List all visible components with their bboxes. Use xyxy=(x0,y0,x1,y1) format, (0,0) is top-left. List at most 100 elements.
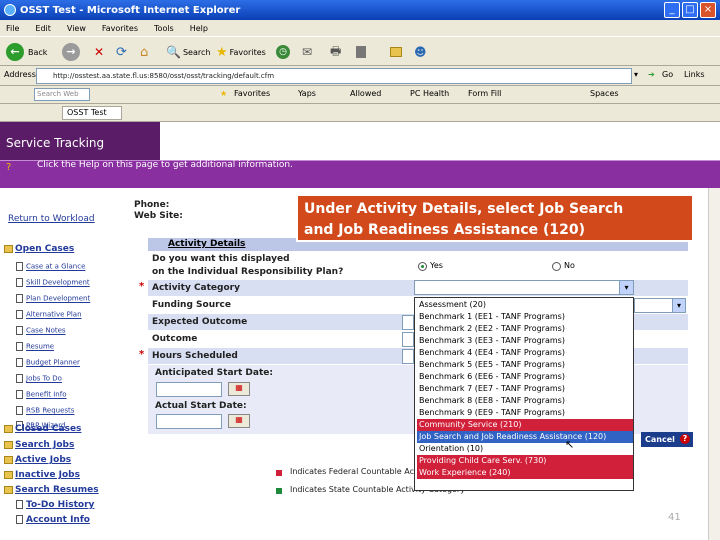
folder-button[interactable] xyxy=(390,43,402,61)
phone-label: Phone: xyxy=(134,200,170,210)
favorites-button[interactable]: ★ Favorites xyxy=(216,43,266,61)
links-toolbar: Search Web ★ Favorites Yaps Allowed PC H… xyxy=(0,86,720,104)
favorites-label: Favorites xyxy=(229,47,266,57)
links-spaces[interactable]: Spaces xyxy=(590,89,619,98)
account-info-link[interactable]: Account Info xyxy=(16,515,90,525)
document-icon xyxy=(16,310,23,319)
document-icon xyxy=(16,294,23,303)
calendar-icon[interactable]: ▦ xyxy=(228,414,250,428)
sidebar-item-case-at-a-glance[interactable]: Case at a Glance xyxy=(16,262,85,271)
active-jobs-link[interactable]: Active Jobs xyxy=(4,455,71,465)
return-to-workload-link[interactable]: Return to Workload xyxy=(8,214,95,224)
menu-file[interactable]: File xyxy=(6,24,19,33)
no-radio[interactable] xyxy=(552,262,561,271)
home-button[interactable]: ⌂ xyxy=(140,43,148,61)
open-cases-link[interactable]: Open Cases xyxy=(4,244,74,254)
menu-view[interactable]: View xyxy=(67,24,86,33)
mail-button[interactable]: ✉ xyxy=(302,43,312,61)
outcome-select[interactable] xyxy=(402,332,414,347)
expected-outcome-select[interactable] xyxy=(402,315,414,330)
dropdown-option[interactable]: Benchmark 7 (EE7 - TANF Programs) xyxy=(417,383,633,395)
address-input[interactable]: http://osstest.aa.state.fl.us:8580/osst/… xyxy=(36,68,632,84)
document-icon xyxy=(16,390,23,399)
messenger-button[interactable]: ☻ xyxy=(414,43,427,61)
closed-cases-link[interactable]: Closed Cases xyxy=(4,424,81,434)
dropdown-option[interactable]: Benchmark 1 (EE1 - TANF Programs) xyxy=(417,311,633,323)
back-button[interactable]: ← Back xyxy=(6,43,47,61)
back-label: Back xyxy=(28,47,48,57)
toolbar-search-input[interactable]: Search Web xyxy=(34,88,90,101)
print-button[interactable]: 🖶 xyxy=(330,43,341,61)
search-resumes-link[interactable]: Search Resumes xyxy=(4,485,99,495)
calendar-icon[interactable]: ▦ xyxy=(228,382,250,396)
actual-start-label: Actual Start Date: xyxy=(155,401,247,411)
dropdown-option-federal[interactable]: Providing Child Care Serv. (730) xyxy=(417,455,633,467)
dropdown-option[interactable]: Orientation (10) xyxy=(417,443,633,455)
links-favorites[interactable]: Favorites xyxy=(234,89,270,98)
sidebar-item-rsb-requests[interactable]: RSB Requests xyxy=(16,406,74,415)
forward-button[interactable]: → xyxy=(62,43,80,61)
activity-category-select[interactable]: ▾ xyxy=(414,280,634,295)
sidebar-item-plan-development[interactable]: Plan Development xyxy=(16,294,90,303)
actual-start-input[interactable] xyxy=(156,414,222,429)
yes-radio[interactable] xyxy=(418,262,427,271)
activity-category-listbox[interactable]: Assessment (20) Benchmark 1 (EE1 - TANF … xyxy=(414,297,634,491)
links-form-fill[interactable]: Form Fill xyxy=(468,89,501,98)
tab-osst-test[interactable]: OSST Test xyxy=(62,106,122,120)
sidebar-item-budget-planner[interactable]: Budget Planner xyxy=(16,358,80,367)
refresh-button[interactable]: ⟳ xyxy=(116,43,127,61)
to-do-history-link[interactable]: To-Do History xyxy=(16,500,94,510)
sidebar-item-skill-development[interactable]: Skill Development xyxy=(16,278,90,287)
dropdown-option[interactable]: Benchmark 4 (EE4 - TANF Programs) xyxy=(417,347,633,359)
dropdown-option-selected[interactable]: Job Search and Job Readiness Assistance … xyxy=(417,431,633,443)
sidebar-item-case-notes[interactable]: Case Notes xyxy=(16,326,66,335)
vertical-scrollbar[interactable] xyxy=(708,188,720,540)
help-icon[interactable]: ? xyxy=(6,162,11,173)
menu-help[interactable]: Help xyxy=(190,24,208,33)
stop-icon: ✕ xyxy=(94,45,105,59)
folder-icon xyxy=(390,47,402,57)
edit-button[interactable] xyxy=(356,43,366,61)
sidebar-item-benefit-info[interactable]: Benefit Info xyxy=(16,390,66,399)
cancel-button[interactable]: Cancel ? xyxy=(641,432,693,447)
dropdown-option[interactable]: Benchmark 2 (EE2 - TANF Programs) xyxy=(417,323,633,335)
menu-edit[interactable]: Edit xyxy=(35,24,51,33)
sidebar-item-resume[interactable]: Resume xyxy=(16,342,54,351)
chevron-down-icon[interactable]: ▾ xyxy=(672,299,685,312)
links-allowed[interactable]: Allowed xyxy=(350,89,381,98)
links-label[interactable]: Links xyxy=(684,70,705,79)
hours-scheduled-input[interactable] xyxy=(402,349,414,364)
minimize-button[interactable]: _ xyxy=(664,2,680,18)
dropdown-option[interactable]: Benchmark 8 (EE8 - TANF Programs) xyxy=(417,395,633,407)
document-icon xyxy=(16,278,23,287)
funding-source-select[interactable]: ▾ xyxy=(634,298,686,313)
required-marker: * xyxy=(139,281,145,292)
stop-button[interactable]: ✕ xyxy=(94,43,104,61)
links-pc-health[interactable]: PC Health xyxy=(410,89,449,98)
inactive-jobs-link[interactable]: Inactive Jobs xyxy=(4,470,80,480)
links-yaps[interactable]: Yaps xyxy=(298,89,316,98)
chevron-down-icon[interactable]: ▾ xyxy=(619,281,633,294)
dropdown-option[interactable]: Benchmark 5 (EE5 - TANF Programs) xyxy=(417,359,633,371)
dropdown-option-federal[interactable]: Community Service (210) xyxy=(417,419,633,431)
menu-favorites[interactable]: Favorites xyxy=(102,24,138,33)
dropdown-option[interactable]: Assessment (20) xyxy=(417,299,633,311)
dropdown-option[interactable]: Benchmark 6 (EE6 - TANF Programs) xyxy=(417,371,633,383)
dropdown-option[interactable]: Benchmark 3 (EE3 - TANF Programs) xyxy=(417,335,633,347)
search-jobs-link[interactable]: Search Jobs xyxy=(4,440,74,450)
anticipated-start-input[interactable] xyxy=(156,382,222,397)
address-label: Address xyxy=(4,70,36,79)
instruction-callout: Under Activity Details, select Job Searc… xyxy=(296,194,694,242)
go-button[interactable]: Go xyxy=(662,70,673,79)
dropdown-option-federal[interactable]: Work Experience (240) xyxy=(417,467,633,479)
history-button[interactable]: ◷ xyxy=(276,43,290,61)
close-button[interactable]: × xyxy=(700,2,716,18)
menu-tools[interactable]: Tools xyxy=(154,24,174,33)
go-arrow-icon[interactable]: ➔ xyxy=(648,70,655,79)
address-dropdown-icon[interactable]: ▾ xyxy=(634,70,638,79)
sidebar-item-jobs-to-do[interactable]: Jobs To Do xyxy=(16,374,62,383)
sidebar-item-alternative-plan[interactable]: Alternative Plan xyxy=(16,310,82,319)
dropdown-option[interactable]: Benchmark 9 (EE9 - TANF Programs) xyxy=(417,407,633,419)
search-button[interactable]: 🔍 Search xyxy=(166,43,210,61)
maximize-button[interactable]: □ xyxy=(682,2,698,18)
